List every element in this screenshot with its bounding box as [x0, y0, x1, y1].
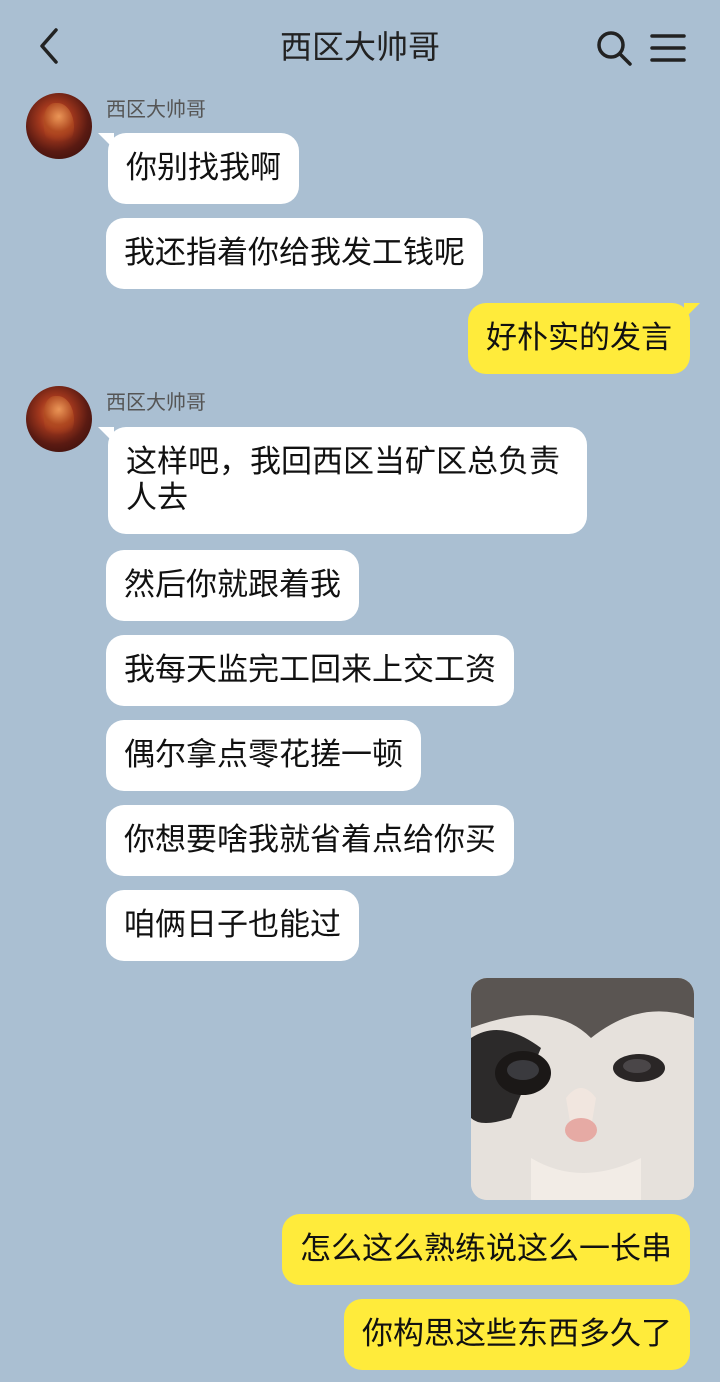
menu-icon[interactable] [650, 30, 686, 66]
chat-header: 西区大帅哥 [0, 0, 720, 94]
message-bubble[interactable]: 这样吧，我回西区当矿区总负责人去 [98, 427, 587, 534]
cat-face-illustration [471, 978, 694, 1200]
message-bubble[interactable]: 然后你就跟着我 [106, 550, 359, 621]
message-bubble[interactable]: 我每天监完工回来上交工资 [106, 635, 514, 706]
sender-name: 西区大帅哥 [106, 97, 206, 121]
my-message-bubble[interactable]: 好朴实的发言 [468, 303, 700, 374]
message-bubble[interactable]: 我还指着你给我发工钱呢 [106, 218, 483, 289]
avatar[interactable] [26, 386, 92, 452]
sender-name: 西区大帅哥 [106, 390, 206, 414]
message-bubble[interactable]: 咱俩日子也能过 [106, 890, 359, 961]
search-icon[interactable] [594, 28, 634, 68]
message-bubble[interactable]: 偶尔拿点零花搓一顿 [106, 720, 421, 791]
cat-sticker-image[interactable] [471, 978, 694, 1200]
message-bubble[interactable]: 你想要啥我就省着点给你买 [106, 805, 514, 876]
message-bubble[interactable]: 你别找我啊 [98, 133, 299, 204]
my-message-bubble[interactable]: 你构思这些东西多久了 [344, 1299, 690, 1370]
my-message-bubble[interactable]: 怎么这么熟练说这么一长串 [282, 1214, 690, 1285]
avatar[interactable] [26, 93, 92, 159]
